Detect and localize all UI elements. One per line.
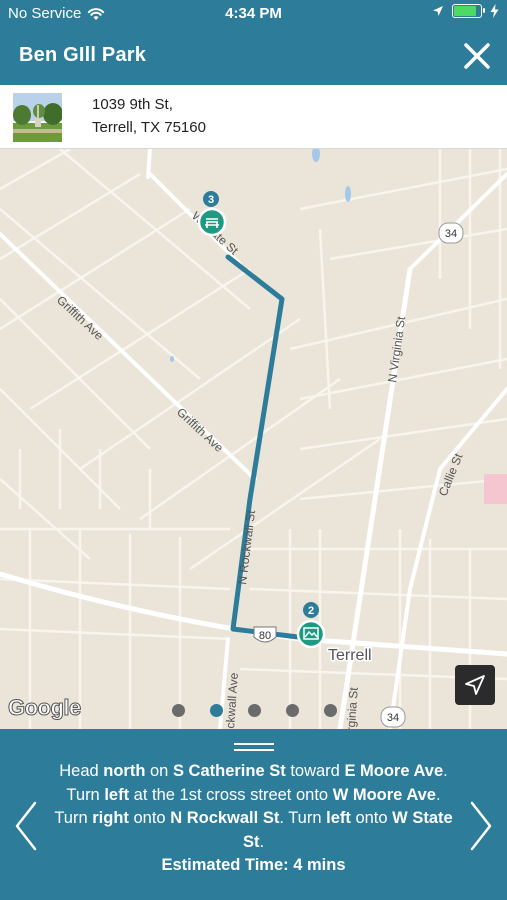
road-label-griffith-1: Griffith Ave <box>54 293 106 343</box>
park-thumbnail[interactable] <box>13 93 62 142</box>
status-time: 4:34 PM <box>225 5 282 22</box>
direction-instructions: Head north on S Catherine St toward E Mo… <box>50 760 457 854</box>
direction-keyword: E Moore Ave <box>344 762 444 780</box>
direction-keyword: left <box>326 809 351 827</box>
location-arrow-icon <box>433 6 443 16</box>
drag-handle-line-1[interactable] <box>234 743 274 745</box>
road-label-virginia-s: Virginia St <box>343 686 361 729</box>
estimated-time: Estimated Time: 4 mins <box>161 856 346 874</box>
page-dot[interactable] <box>286 704 299 717</box>
hwy-34-shield-top: 34 <box>438 222 464 244</box>
direction-keyword: north <box>103 762 146 780</box>
direction-text-segment: . Turn <box>279 809 327 827</box>
hwy-34-shield-bottom: 34 <box>380 706 406 728</box>
page-dot[interactable] <box>172 704 185 717</box>
water-bodies <box>170 149 351 362</box>
direction-text-segment: on <box>145 762 173 780</box>
road-label-rockwall-n: N Rockwall St <box>235 509 258 585</box>
google-attribution: Google <box>8 695 82 721</box>
page-dot[interactable] <box>210 704 223 717</box>
direction-text-segment: . <box>259 832 265 851</box>
address-bar: 1039 9th St, Terrell, TX 75160 <box>0 85 507 149</box>
header: Ben GIll Park <box>0 27 507 85</box>
close-button[interactable] <box>461 40 493 72</box>
direction-text-segment: onto <box>350 809 393 827</box>
direction-text: Head north on S Catherine St toward E Mo… <box>50 760 457 878</box>
direction-text-segment: onto <box>128 809 171 827</box>
battery-icon <box>452 4 485 18</box>
svg-text:80: 80 <box>259 630 271 642</box>
direction-keyword: W Moore Ave <box>332 785 436 804</box>
direction-text-segment: Head <box>59 762 104 780</box>
svg-text:34: 34 <box>445 228 457 240</box>
road-label-griffith-2: Griffith Ave <box>174 405 226 455</box>
direction-keyword: N Rockwall St <box>170 809 280 827</box>
recenter-button[interactable] <box>455 665 495 705</box>
chevron-left-icon <box>15 801 37 851</box>
direction-keyword: left <box>104 785 130 804</box>
direction-text-segment: toward <box>285 762 345 780</box>
pink-area <box>484 474 507 504</box>
address-line-1: 1039 9th St, <box>92 96 173 113</box>
address-line-2: Terrell, TX 75160 <box>92 119 206 136</box>
svg-text:2: 2 <box>308 605 314 617</box>
page-dot[interactable] <box>248 704 261 717</box>
street-grid <box>0 149 507 729</box>
status-right <box>432 4 499 18</box>
directions-panel: Head north on S Catherine St toward E Mo… <box>0 729 507 900</box>
chevron-right-icon <box>470 801 492 851</box>
battery-fill <box>454 6 476 16</box>
map-view[interactable]: W State St Griffith Ave Griffith Ave N V… <box>0 149 507 729</box>
navigation-arrow-icon <box>465 675 485 695</box>
direction-keyword: S Catherine St <box>172 762 286 780</box>
svg-text:34: 34 <box>387 712 399 724</box>
waypoint-marker-3[interactable]: 3 <box>197 191 227 237</box>
us-80-shield: 80 <box>253 626 277 643</box>
charging-icon <box>490 4 499 18</box>
map-canvas[interactable]: W State St Griffith Ave Griffith Ave N V… <box>0 149 507 729</box>
close-icon <box>464 43 490 69</box>
previous-step-button[interactable] <box>14 801 38 851</box>
direction-keyword: right <box>92 809 129 827</box>
direction-text-segment: at the 1st cross street onto <box>129 785 333 804</box>
next-step-button[interactable] <box>469 801 493 851</box>
page-dot[interactable] <box>324 704 337 717</box>
drag-handle-line-2[interactable] <box>234 749 274 751</box>
svg-text:3: 3 <box>208 194 214 206</box>
page-title: Ben GIll Park <box>19 44 147 66</box>
city-label: Terrell <box>328 647 372 664</box>
status-bar: No Service 4:34 PM <box>0 0 507 27</box>
